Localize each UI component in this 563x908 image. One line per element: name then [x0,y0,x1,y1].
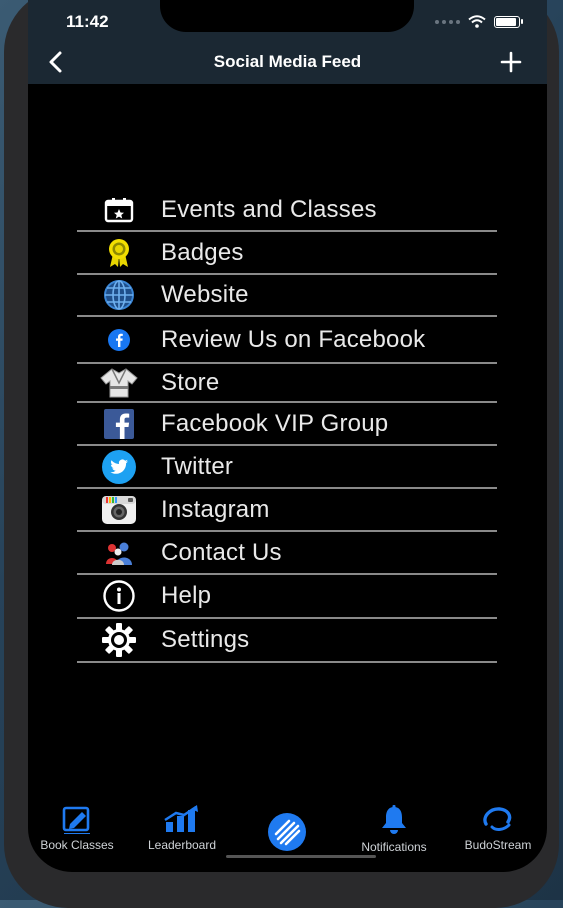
home-indicator [226,855,376,858]
contacts-icon [77,540,161,566]
menu-item-label: Contact Us [161,538,282,566]
menu-list: Events and Classes Badges Website Review… [77,190,497,663]
menu-item-label: Events and Classes [161,196,377,223]
home-stripes-icon [268,813,306,851]
menu-item-label: Settings [161,626,250,653]
tab-label: Leaderboard [147,838,217,852]
gear-icon [77,622,161,658]
menu-item-review-us-on-facebook[interactable]: Review Us on Facebook [77,317,497,364]
menu-item-label: Store [161,368,220,396]
page-title: Social Media Feed [213,52,362,71]
menu-item-twitter[interactable]: Twitter [77,446,497,489]
menu-item-settings[interactable]: Settings [77,619,497,663]
menu-item-badges[interactable]: Badges [77,232,497,275]
leaderboard-icon [164,805,198,832]
plus-icon [500,51,522,73]
tab-notifications[interactable]: Notifications [346,804,442,854]
menu-item-label: Review Us on Facebook [161,325,426,353]
menu-item-instagram[interactable]: Instagram [77,489,497,532]
menu-item-label: Twitter [161,452,234,480]
menu-item-label: Website [161,281,249,308]
menu-item-label: Instagram [161,495,270,523]
menu-item-facebook-vip-group[interactable]: Facebook VIP Group [77,403,497,446]
menu-item-label: Help [161,582,212,609]
menu-item-website[interactable]: Website [77,275,497,317]
battery-icon [494,15,520,28]
info-icon [77,579,161,613]
top-bar: 11:42 Social Media Feed [28,0,547,84]
calendar-icon [77,197,161,223]
status-icons [435,15,523,28]
menu-item-label: Badges [161,238,244,266]
badge-icon [77,238,161,268]
menu-item-events-and-classes[interactable]: Events and Classes [77,190,497,232]
menu-item-label: Facebook VIP Group [161,409,389,437]
facebook-circle-icon [77,327,161,353]
facebook-square-icon [77,408,161,440]
tab-bar: Book Classes Leaderboard Notifications B… [28,804,547,872]
menu-item-help[interactable]: Help [77,575,497,619]
book-classes-icon [62,806,90,834]
menu-item-store[interactable]: Store [77,364,497,403]
budostream-icon [483,807,512,831]
tab-label: BudoStream [464,838,532,852]
notch [160,0,414,32]
wifi-icon [468,15,486,28]
globe-icon [77,279,161,311]
tab-label: Book Classes [40,838,114,852]
tab-budostream[interactable]: BudoStream [448,804,547,852]
tab-label: Notifications [361,840,427,854]
gi-uniform-icon [77,367,161,399]
tab-home[interactable] [262,804,312,852]
status-time: 11:42 [66,12,109,31]
tab-book-classes[interactable]: Book Classes [28,804,132,852]
tab-leaderboard[interactable]: Leaderboard [132,804,232,852]
menu-item-contact-us[interactable]: Contact Us [77,532,497,575]
phone-frame: 11:42 Social Media Feed Events and Class… [4,0,559,908]
add-button[interactable] [497,48,525,76]
instagram-icon [77,495,161,525]
app-screen: 11:42 Social Media Feed Events and Class… [28,0,547,872]
signal-icon [435,19,460,24]
twitter-icon [77,449,161,485]
bell-icon [382,805,406,834]
